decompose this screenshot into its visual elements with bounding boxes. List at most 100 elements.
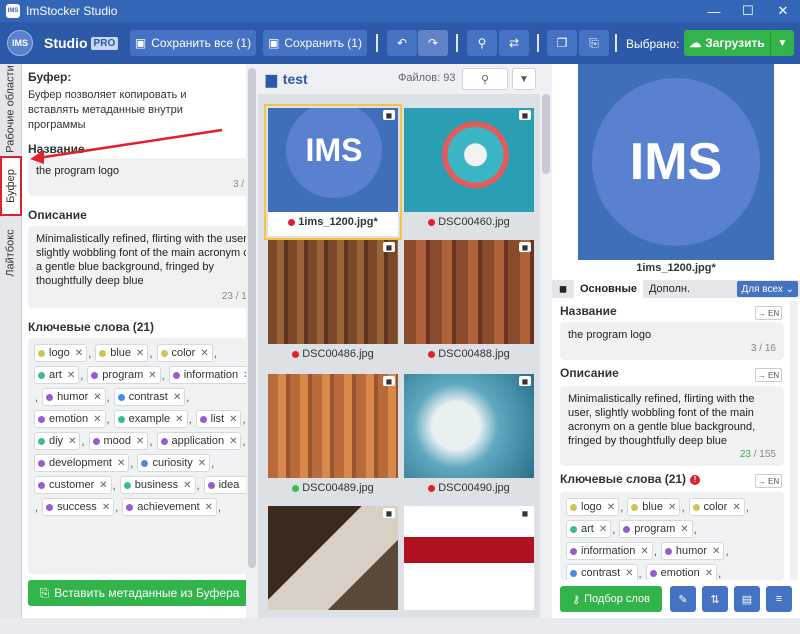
remove-keyword-icon[interactable]: ✕ <box>99 480 107 491</box>
chevron-down-icon[interactable]: ▼ <box>770 30 794 56</box>
keyword-tag[interactable]: art ✕ <box>566 520 612 538</box>
remove-keyword-icon[interactable]: ✕ <box>148 370 156 381</box>
replace-button[interactable]: ⇄ <box>499 30 529 56</box>
keyword-tag[interactable]: program ✕ <box>619 520 693 538</box>
remove-keyword-icon[interactable]: ✕ <box>732 502 740 513</box>
keyword-tag[interactable]: list ✕ <box>195 410 242 428</box>
remove-keyword-icon[interactable]: ✕ <box>93 414 101 425</box>
remove-keyword-icon[interactable]: ✕ <box>705 568 713 579</box>
close-button[interactable]: ✕ <box>766 0 800 22</box>
keyword-tag[interactable]: information✕ <box>168 366 246 384</box>
keyword-tag[interactable]: emotion ✕ <box>645 564 718 580</box>
find-button[interactable]: ⚲ <box>467 30 497 56</box>
remove-keyword-icon[interactable]: ✕ <box>183 480 191 491</box>
keyword-tag[interactable]: color ✕ <box>156 344 213 362</box>
keyword-tag[interactable]: mood ✕ <box>88 432 149 450</box>
remove-keyword-icon[interactable]: ✕ <box>599 524 607 535</box>
keyword-tag[interactable]: contrast ✕ <box>113 388 186 406</box>
undo-button[interactable]: ↶ <box>387 30 417 56</box>
remove-keyword-icon[interactable]: ✕ <box>67 370 75 381</box>
menu-button[interactable]: ≡ <box>766 586 792 612</box>
remove-keyword-icon[interactable]: ✕ <box>680 524 688 535</box>
file-thumbnail[interactable]: ◼ DSC00488.jpg <box>404 240 534 368</box>
remove-keyword-icon[interactable]: ✕ <box>607 502 615 513</box>
browser-scrollbar[interactable] <box>540 64 552 618</box>
paste-button[interactable]: ⎘ <box>579 30 609 56</box>
keyword-tag[interactable]: art ✕ <box>34 366 80 384</box>
remove-keyword-icon[interactable]: ✕ <box>75 348 83 359</box>
keyword-tag[interactable]: logo ✕ <box>566 498 620 516</box>
remove-keyword-icon[interactable]: ✕ <box>198 458 206 469</box>
left-scrollbar[interactable] <box>246 64 258 618</box>
keyword-tag[interactable]: customer ✕ <box>34 476 112 494</box>
remove-keyword-icon[interactable]: ✕ <box>117 458 125 469</box>
description-field[interactable]: Minimalistically refined, flirting with … <box>560 386 784 466</box>
file-thumbnail[interactable]: IMS ◼ 1ims_1200.jpg* <box>264 104 402 240</box>
tab-lightbox[interactable]: Лайтбокс <box>0 218 22 288</box>
translate-en-button[interactable]: → EN <box>755 306 782 320</box>
keyword-tag[interactable]: humor ✕ <box>42 388 106 406</box>
scrollbar-thumb[interactable] <box>248 68 256 568</box>
keyword-tag[interactable]: achievement ✕ <box>122 498 218 516</box>
scrollbar-thumb[interactable] <box>542 94 550 174</box>
save-all-button[interactable]: ▣ Сохранить все (1) <box>130 30 256 56</box>
keyword-tag[interactable]: blue ✕ <box>627 498 681 516</box>
remove-keyword-icon[interactable]: ✕ <box>205 502 213 513</box>
keyword-tag[interactable]: program ✕ <box>87 366 161 384</box>
minimize-button[interactable]: — <box>697 0 731 22</box>
keyword-tag[interactable]: idea✕ <box>203 476 246 494</box>
file-thumbnail[interactable]: ◼ <box>404 506 534 634</box>
sort-button[interactable]: ⇅ <box>702 586 728 612</box>
remove-keyword-icon[interactable]: ✕ <box>625 568 633 579</box>
remove-keyword-icon[interactable]: ✕ <box>175 414 183 425</box>
metadata-scrollbar[interactable] <box>790 300 798 580</box>
remove-keyword-icon[interactable]: ✕ <box>640 546 648 557</box>
search-input[interactable]: ⚲ <box>462 68 508 90</box>
keyword-tag[interactable]: success ✕ <box>42 498 115 516</box>
tab-main[interactable]: Основные <box>574 280 643 298</box>
keyword-tag[interactable]: diy ✕ <box>34 432 81 450</box>
translate-en-button[interactable]: → EN <box>755 368 782 382</box>
keywords-field[interactable]: logo ✕, blue ✕, color ✕, art ✕, program ✕, informa… <box>560 492 784 580</box>
remove-keyword-icon[interactable]: ✕ <box>200 348 208 359</box>
keyword-tag[interactable]: curiosity ✕ <box>137 454 211 472</box>
keyword-tag[interactable]: color ✕ <box>688 498 745 516</box>
keyword-tag[interactable]: application ✕ <box>156 432 242 450</box>
tab-buffer[interactable]: Буфер <box>0 156 22 216</box>
remove-keyword-icon[interactable]: ✕ <box>136 436 144 447</box>
document-button[interactable]: ▤ <box>734 586 760 612</box>
pick-words-button[interactable]: ⚷ Подбор слов <box>560 586 662 612</box>
keyword-tag[interactable]: information✕ <box>566 542 653 560</box>
file-thumbnail[interactable]: ◼ <box>268 506 398 634</box>
remove-keyword-icon[interactable]: ✕ <box>229 414 237 425</box>
redo-button[interactable]: ↷ <box>418 30 448 56</box>
buffer-title-field[interactable]: the program logo 3 / 16 <box>28 158 246 196</box>
keyword-tag[interactable]: development ✕ <box>34 454 130 472</box>
file-thumbnail[interactable]: ◼ DSC00490.jpg <box>404 374 534 502</box>
remove-keyword-icon[interactable]: ✕ <box>68 436 76 447</box>
buffer-description-field[interactable]: Minimalistically refined, flirting with … <box>28 226 246 308</box>
remove-keyword-icon[interactable]: ✕ <box>136 348 144 359</box>
title-field[interactable]: the program logo 3 / 16 <box>560 322 784 360</box>
remove-keyword-icon[interactable]: ✕ <box>93 392 101 403</box>
keyword-tag[interactable]: blue ✕ <box>95 344 149 362</box>
keyword-tag[interactable]: example ✕ <box>113 410 188 428</box>
maximize-button[interactable]: ☐ <box>731 0 765 22</box>
keyword-tag[interactable]: logo ✕ <box>34 344 88 362</box>
save-button[interactable]: ▣ Сохранить (1) <box>263 30 367 56</box>
file-thumbnail[interactable]: ◼ DSC00460.jpg <box>404 108 534 236</box>
remove-keyword-icon[interactable]: ✕ <box>712 546 720 557</box>
remove-keyword-icon[interactable]: ✕ <box>102 502 110 513</box>
tab-workspaces[interactable]: Рабочие области <box>0 64 22 154</box>
remove-keyword-icon[interactable]: ✕ <box>668 502 676 513</box>
edit-button[interactable]: ✎ <box>670 586 696 612</box>
translate-en-button[interactable]: → EN <box>755 474 782 488</box>
keyword-tag[interactable]: emotion ✕ <box>34 410 106 428</box>
for-all-dropdown[interactable]: Для всех ⌄ <box>737 281 798 297</box>
keyword-tag[interactable]: humor ✕ <box>660 542 725 560</box>
file-thumbnail[interactable]: ◼ DSC00489.jpg <box>268 374 398 502</box>
upload-button[interactable]: ☁ Загрузить ▼ <box>684 30 794 56</box>
paste-metadata-button[interactable]: ⎘ Вставить метаданные из Буфера <box>28 580 246 606</box>
remove-keyword-icon[interactable]: ✕ <box>173 392 181 403</box>
copy-button[interactable]: ❐ <box>547 30 577 56</box>
